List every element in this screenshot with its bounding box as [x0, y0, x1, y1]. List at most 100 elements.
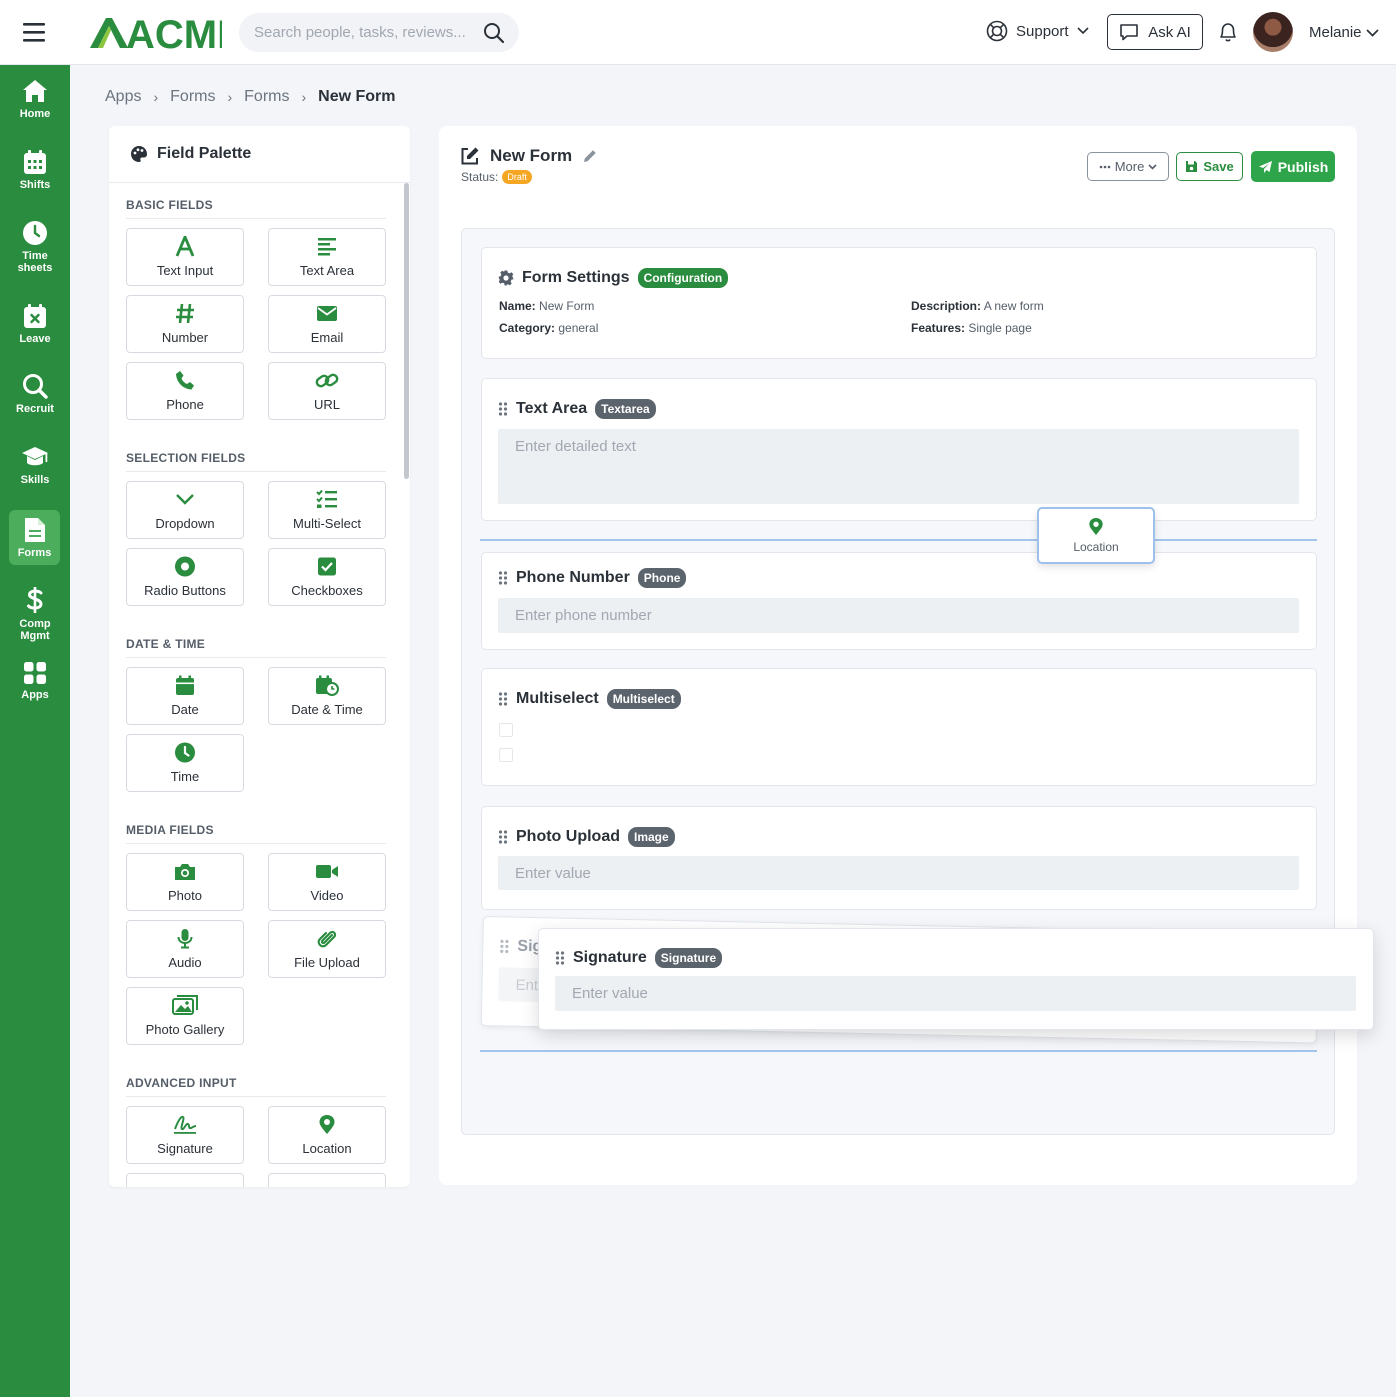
field-date[interactable]: Date — [126, 667, 244, 725]
breadcrumb-forms[interactable]: Forms — [244, 88, 289, 106]
drop-indicator — [480, 1050, 1317, 1052]
side-nav: Home Shifts Time sheets Leave Recruit Sk… — [0, 65, 70, 1397]
field-card-phone-number[interactable]: Phone Number Phone Enter phone number — [481, 552, 1317, 650]
section-selection-fields: SELECTION FIELDS — [126, 436, 386, 472]
breadcrumb-forms[interactable]: Forms — [170, 88, 215, 106]
signature-input-preview[interactable]: Enter value — [555, 976, 1356, 1011]
drag-handle-icon[interactable] — [498, 402, 508, 416]
field-signature[interactable]: Signature — [126, 1106, 244, 1164]
field-qr-code[interactable] — [268, 1173, 386, 1187]
drag-handle-icon[interactable] — [498, 830, 508, 844]
field-email[interactable]: Email — [268, 295, 386, 353]
field-date-time[interactable]: Date & Time — [268, 667, 386, 725]
field-label: Date — [171, 702, 199, 717]
setting-value: A new form — [983, 299, 1044, 313]
field-label: Date & Time — [291, 702, 363, 717]
field-file-upload[interactable]: File Upload — [268, 920, 386, 978]
search-bar[interactable]: Search people, tasks, reviews... — [239, 13, 519, 52]
drag-handle-icon[interactable] — [555, 951, 565, 965]
field-checkboxes[interactable]: Checkboxes — [268, 548, 386, 606]
field-barcode[interactable] — [126, 1173, 244, 1187]
field-card-photo-upload[interactable]: Photo Upload Image Enter value — [481, 806, 1317, 910]
field-label: Multi-Select — [293, 516, 361, 531]
card-title-text: Form Settings — [522, 269, 630, 286]
user-avatar[interactable] — [1253, 12, 1293, 52]
field-dropdown[interactable]: Dropdown — [126, 481, 244, 539]
images-icon — [172, 995, 198, 1016]
drag-handle-icon — [499, 939, 509, 954]
field-card-text-area[interactable]: Text Area Textarea Enter detailed text — [481, 378, 1317, 521]
field-phone[interactable]: Phone — [126, 362, 244, 420]
calendar-x-icon — [23, 303, 47, 329]
setting-label: Description: — [911, 299, 982, 313]
field-multi-select[interactable]: Multi-Select — [268, 481, 386, 539]
notification-bell-icon[interactable] — [1216, 20, 1240, 44]
field-photo-gallery[interactable]: Photo Gallery — [126, 987, 244, 1045]
support-menu[interactable]: Support — [986, 20, 1089, 42]
setting-value: general — [558, 321, 599, 335]
palette-scrollbar[interactable] — [404, 183, 409, 479]
drag-handle-icon[interactable] — [498, 571, 508, 585]
nav-skills[interactable]: Skills — [0, 444, 70, 486]
nav-apps[interactable]: Apps — [0, 661, 70, 701]
palette-icon — [130, 145, 148, 163]
field-number[interactable]: Number — [126, 295, 244, 353]
field-label: Video — [310, 888, 344, 903]
nav-timesheets[interactable]: Time sheets — [0, 220, 70, 274]
top-bar: ACME Search people, tasks, reviews... Su… — [0, 0, 1396, 65]
phone-input-preview[interactable]: Enter phone number — [498, 598, 1299, 633]
multiselect-option-checkbox[interactable] — [499, 748, 513, 762]
dragged-signature-card[interactable]: Signature Signature Enter value — [538, 928, 1374, 1030]
map-pin-icon — [318, 1114, 336, 1135]
form-name: New Form — [490, 146, 573, 165]
nav-home[interactable]: Home — [0, 78, 70, 120]
calendar-icon — [23, 149, 47, 175]
field-label: Photo — [168, 888, 202, 903]
textarea-preview[interactable]: Enter detailed text — [498, 429, 1299, 504]
field-label: Text Input — [156, 263, 214, 278]
publish-button[interactable]: Publish — [1251, 151, 1335, 182]
photo-upload-preview[interactable]: Enter value — [498, 856, 1299, 890]
field-label: Text Area — [299, 263, 355, 278]
nav-comp-mgmt[interactable]: Comp Mgmt — [0, 586, 70, 642]
acme-logo[interactable]: ACME — [90, 14, 222, 52]
breadcrumb-apps[interactable]: Apps — [105, 88, 141, 106]
multiselect-option-checkbox[interactable] — [499, 723, 513, 737]
more-button[interactable]: More — [1087, 152, 1169, 181]
dragged-location-field[interactable]: Location — [1037, 507, 1155, 564]
user-menu[interactable]: Melanie — [1309, 24, 1379, 41]
ask-ai-button[interactable]: Ask AI — [1107, 14, 1203, 50]
field-text-input[interactable]: Text Input — [126, 228, 244, 286]
nav-leave[interactable]: Leave — [0, 303, 70, 345]
field-card-multiselect[interactable]: Multiselect Multiselect — [481, 668, 1317, 786]
setting-value: Single page — [968, 321, 1032, 335]
drag-handle-icon[interactable] — [498, 692, 508, 706]
phone-icon — [175, 370, 195, 391]
save-button[interactable]: Save — [1176, 152, 1243, 181]
form-settings-card[interactable]: Form Settings Configuration Name: New Fo… — [481, 247, 1317, 359]
map-pin-icon — [1088, 517, 1104, 536]
field-url[interactable]: URL — [268, 362, 386, 420]
logo-text: ACME — [126, 14, 222, 52]
form-settings-title: Form Settings Configuration — [498, 268, 729, 288]
field-label: Time — [170, 769, 200, 784]
field-video[interactable]: Video — [268, 853, 386, 911]
dollar-icon — [26, 586, 44, 614]
pencil-icon[interactable] — [582, 148, 598, 164]
field-radio-buttons[interactable]: Radio Buttons — [126, 548, 244, 606]
ask-ai-label: Ask AI — [1148, 23, 1191, 41]
hamburger-menu-icon[interactable] — [22, 20, 48, 44]
align-left-icon — [317, 236, 337, 257]
microphone-icon — [176, 928, 194, 949]
nav-shifts[interactable]: Shifts — [0, 149, 70, 191]
field-text-area[interactable]: Text Area — [268, 228, 386, 286]
nav-recruit[interactable]: Recruit — [0, 373, 70, 415]
field-location[interactable]: Location — [268, 1106, 386, 1164]
field-audio[interactable]: Audio — [126, 920, 244, 978]
setting-label: Category: — [499, 321, 556, 335]
search-icon[interactable] — [483, 22, 505, 44]
text-a-icon — [175, 236, 195, 257]
nav-forms[interactable]: Forms — [9, 510, 60, 565]
field-photo[interactable]: Photo — [126, 853, 244, 911]
field-time[interactable]: Time — [126, 734, 244, 792]
